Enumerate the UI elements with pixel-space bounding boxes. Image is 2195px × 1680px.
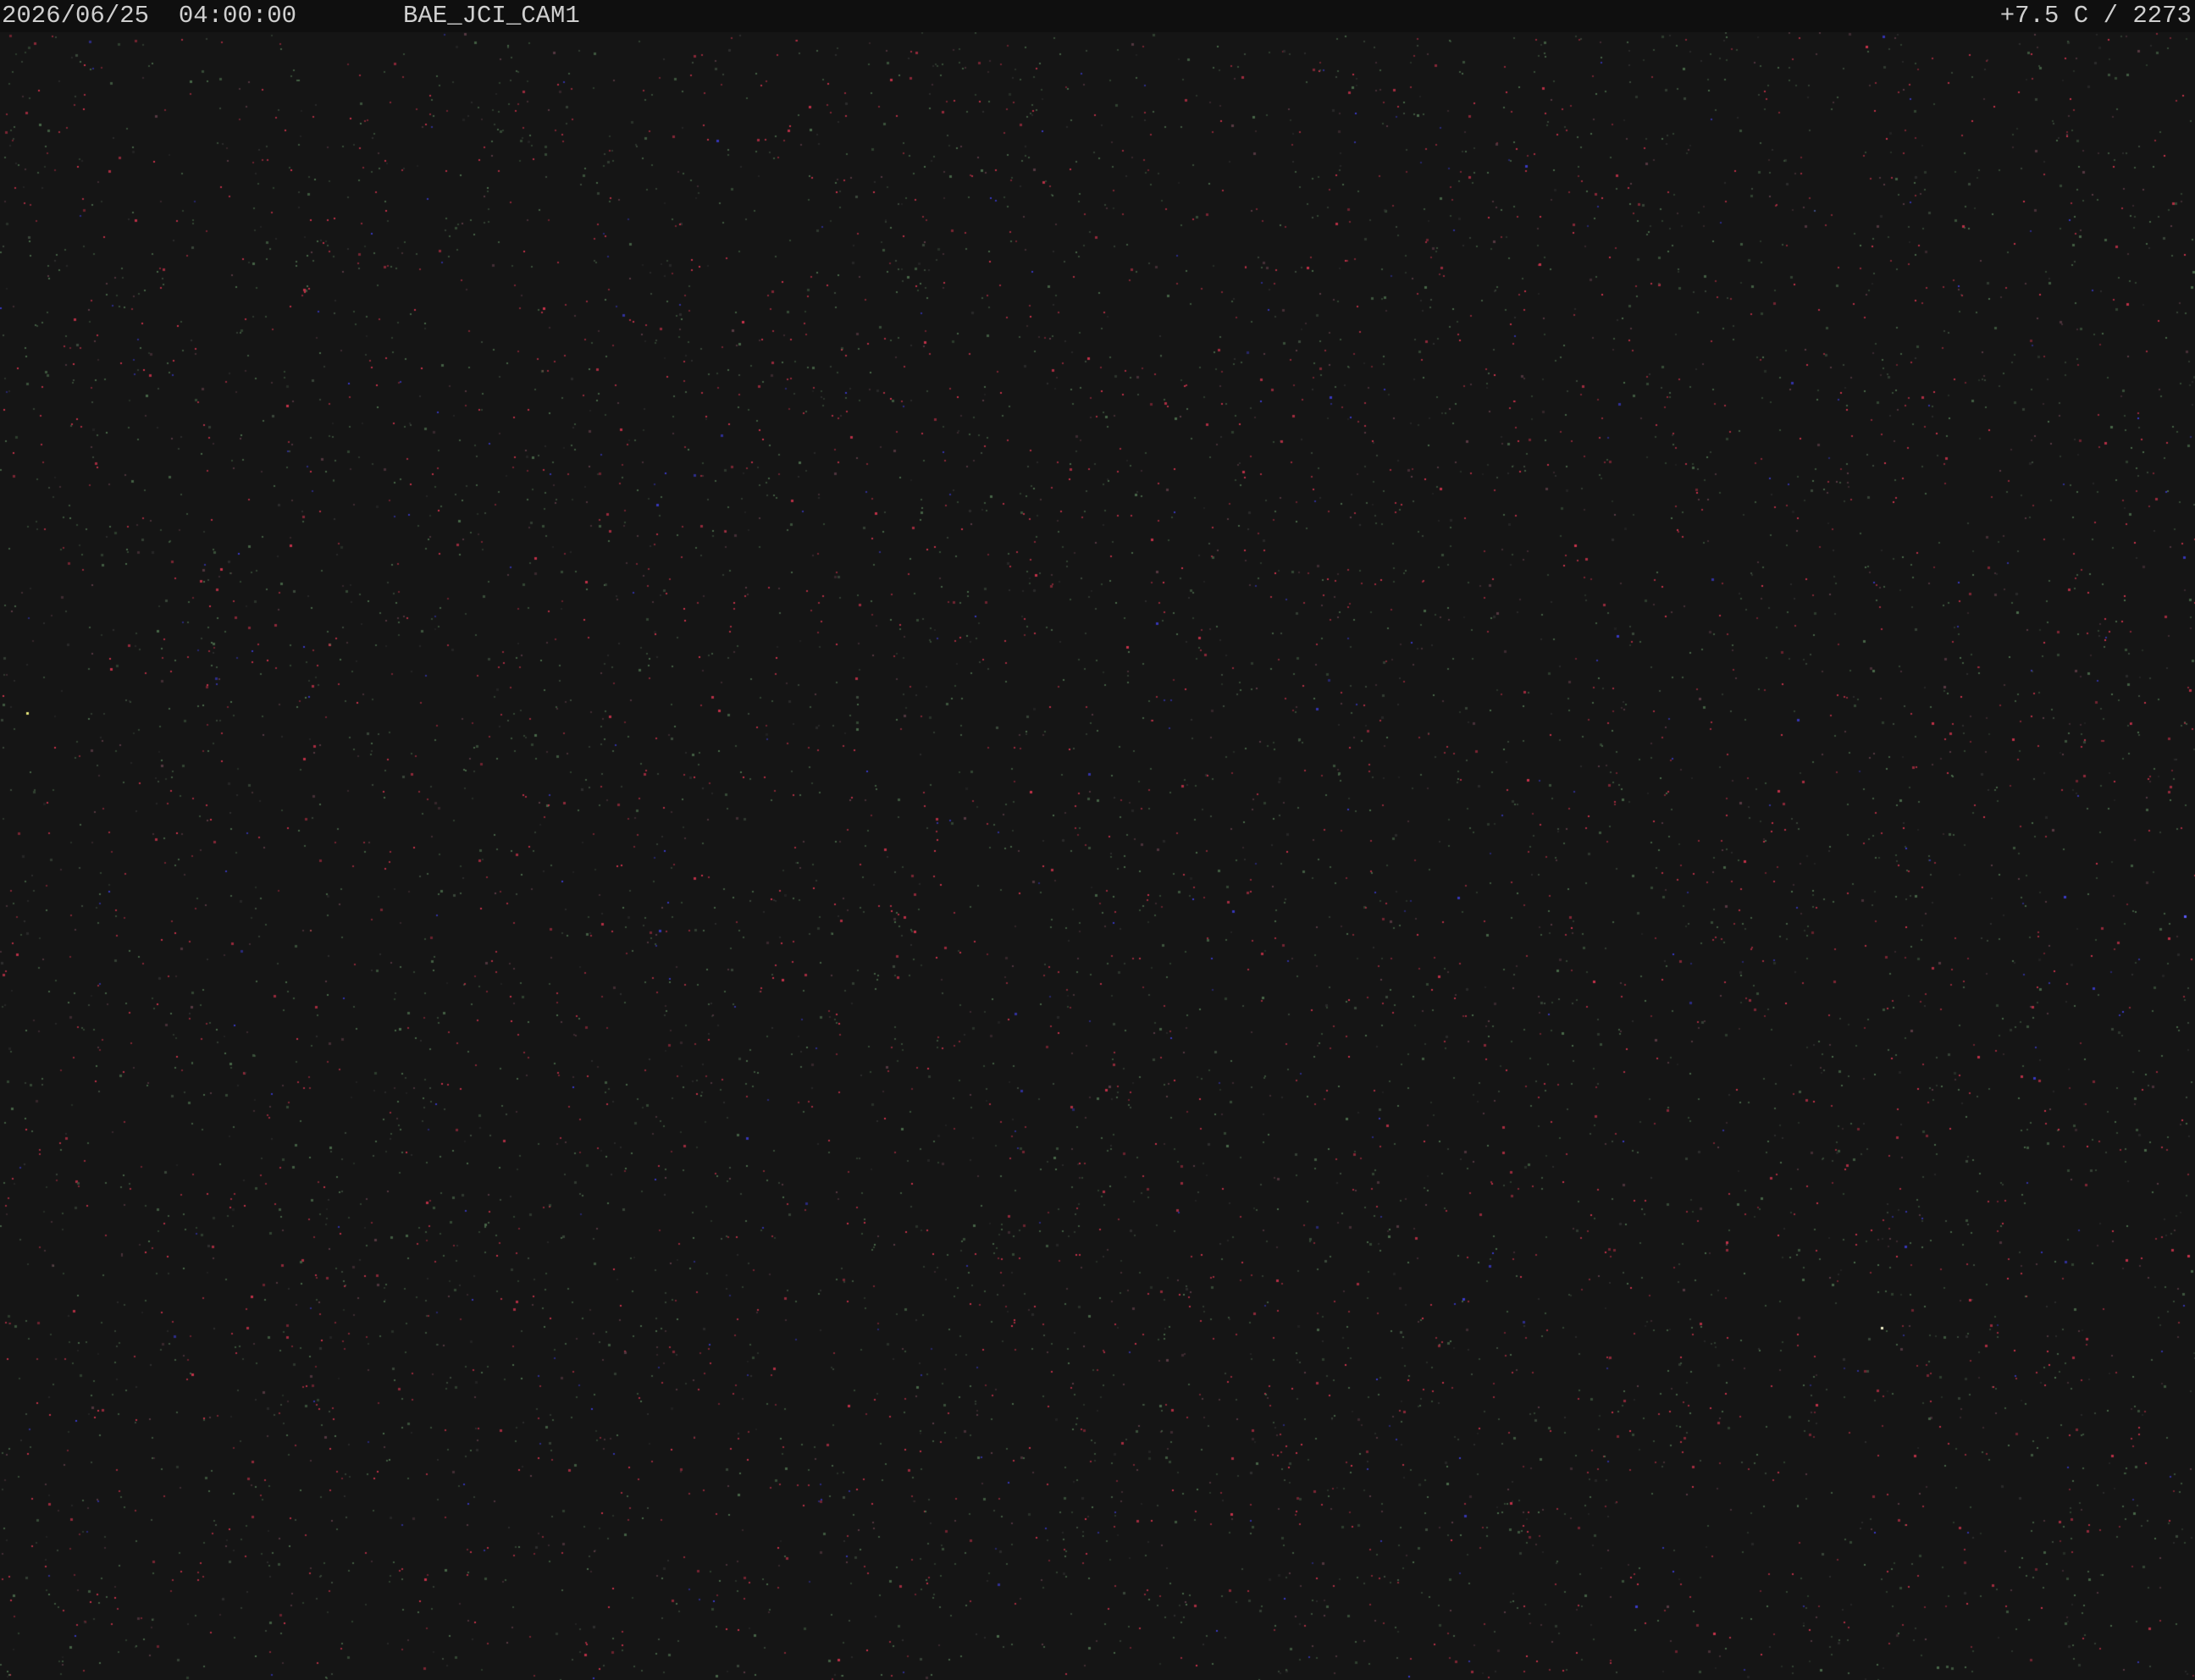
camera-frame: 2026/06/25 04:00:00 BAE_JCI_CAM1 +7.5 C … [0, 0, 2195, 1680]
timestamp-label: 2026/06/25 04:00:00 [2, 2, 297, 30]
night-sky-image [0, 0, 2195, 1680]
temperature-readout: +7.5 C / 2273 [1999, 2, 2192, 30]
osd-overlay-bar: 2026/06/25 04:00:00 BAE_JCI_CAM1 +7.5 C … [0, 0, 2195, 32]
camera-id-label: BAE_JCI_CAM1 [403, 2, 580, 30]
